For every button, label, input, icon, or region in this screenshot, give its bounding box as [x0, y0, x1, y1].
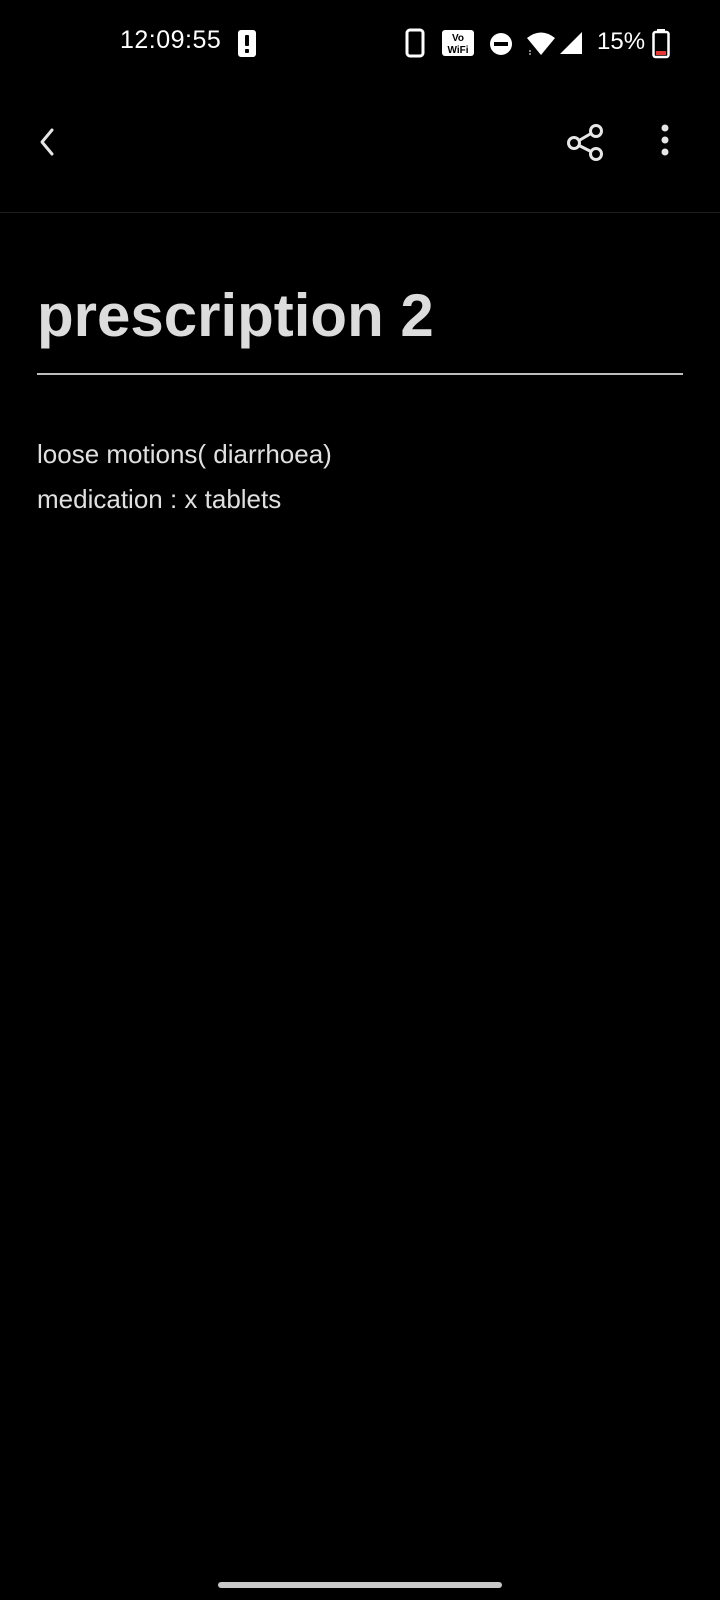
toolbar	[0, 88, 720, 213]
note-body[interactable]: loose motions( diarrhoea) medication : x…	[37, 432, 683, 522]
phone-icon	[405, 28, 425, 63]
battery-icon	[652, 29, 670, 64]
signal-icon	[558, 30, 584, 61]
share-button[interactable]	[562, 118, 610, 166]
vowifi-icon: Vo WiFi	[442, 30, 474, 61]
share-icon	[567, 124, 603, 161]
note-title[interactable]: prescription 2	[37, 280, 683, 352]
chevron-left-icon	[40, 128, 54, 156]
vowifi-top-text: Vo	[452, 33, 464, 44]
note-line: medication : x tablets	[37, 484, 282, 514]
more-options-button[interactable]	[640, 118, 688, 166]
back-button[interactable]	[24, 118, 72, 166]
gesture-nav-handle[interactable]	[218, 1582, 502, 1588]
battery-percent: 15%	[597, 28, 646, 55]
title-divider	[37, 373, 683, 375]
vowifi-bottom-text: WiFi	[447, 45, 468, 56]
status-bar: 12:09:55 Vo WiFi 15%	[0, 0, 720, 88]
note-line: loose motions( diarrhoea)	[37, 439, 332, 469]
more-vertical-icon	[661, 124, 669, 156]
wifi-icon	[526, 31, 556, 62]
alert-icon	[238, 30, 256, 57]
dnd-icon	[489, 32, 513, 61]
status-time: 12:09:55	[120, 26, 222, 54]
